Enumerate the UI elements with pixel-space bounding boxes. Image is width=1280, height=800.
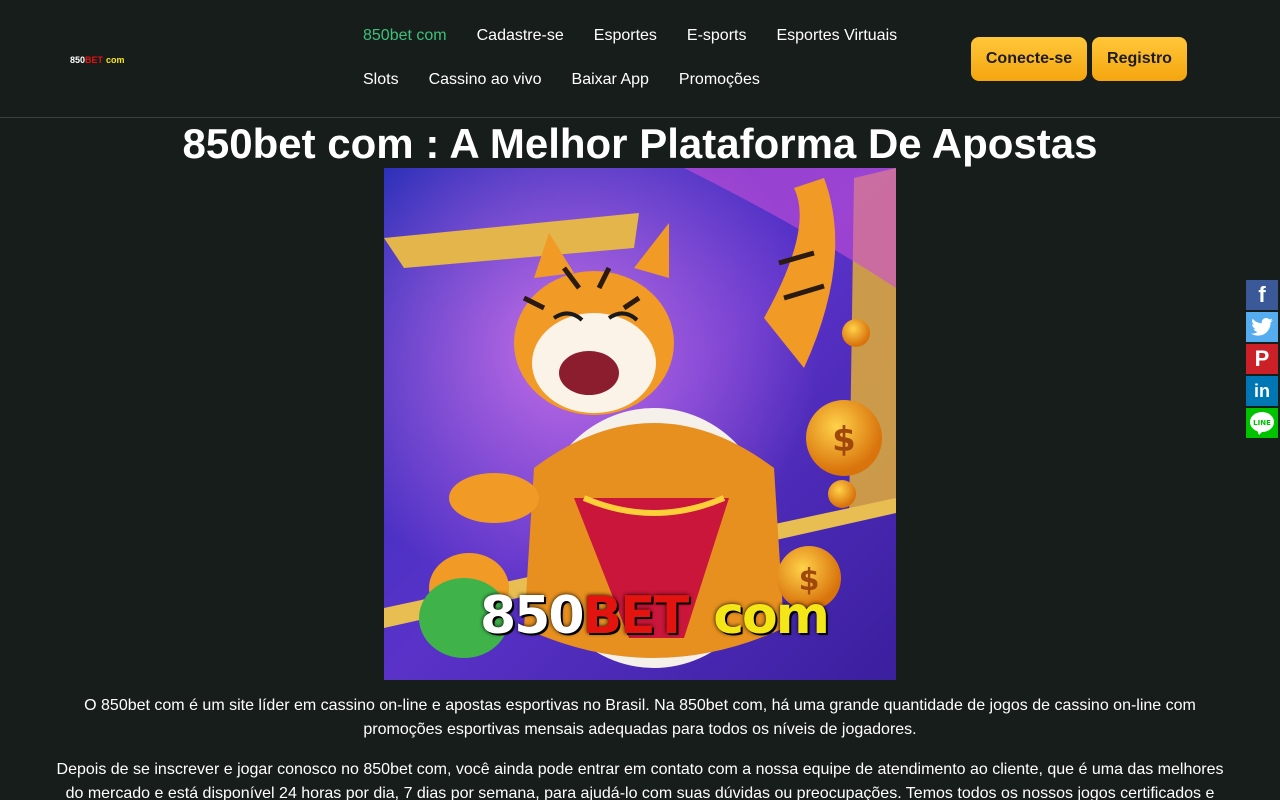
linkedin-share-button[interactable]: in bbox=[1246, 376, 1278, 406]
nav-item-baixar-app[interactable]: Baixar App bbox=[557, 58, 664, 102]
line-share-button[interactable]: LINE bbox=[1246, 408, 1278, 438]
nav-item-esportes[interactable]: Esportes bbox=[579, 14, 672, 58]
twitter-share-button[interactable] bbox=[1246, 312, 1278, 342]
facebook-share-button[interactable]: f bbox=[1246, 280, 1278, 310]
main-nav: 850bet com Cadastre-se Esportes E-sports… bbox=[348, 14, 938, 102]
register-button[interactable]: Registro bbox=[1092, 37, 1187, 81]
intro-paragraph: O 850bet com é um site líder em cassino … bbox=[84, 697, 1196, 738]
logo-text-com: com bbox=[106, 55, 125, 65]
hero-text-bet: BET bbox=[582, 586, 690, 646]
line-icon: LINE bbox=[1250, 412, 1274, 435]
social-share-bar: f P in LINE bbox=[1246, 280, 1278, 440]
site-logo[interactable]: 850BET com bbox=[70, 55, 125, 65]
svg-text:$: $ bbox=[832, 420, 856, 460]
linkedin-icon: in bbox=[1254, 380, 1270, 401]
nav-item-esportes-virtuais[interactable]: Esportes Virtuais bbox=[761, 14, 912, 58]
nav-item-slots[interactable]: Slots bbox=[348, 58, 414, 102]
hero-logo-text: 850BET com bbox=[480, 586, 830, 646]
hero-text-850: 850 bbox=[480, 586, 585, 646]
login-button[interactable]: Conecte-se bbox=[971, 37, 1087, 81]
svg-text:LINE: LINE bbox=[1253, 419, 1271, 427]
nav-item-promocoes[interactable]: Promoções bbox=[664, 58, 775, 102]
support-paragraph: Depois de se inscrever e jogar conosco n… bbox=[56, 761, 1224, 800]
page-title: 850bet com : A Melhor Plataforma De Apos… bbox=[182, 120, 1098, 167]
pinterest-icon: P bbox=[1254, 346, 1270, 371]
nav-item-850bet-com[interactable]: 850bet com bbox=[348, 14, 462, 58]
twitter-icon bbox=[1251, 318, 1273, 336]
nav-item-e-sports[interactable]: E-sports bbox=[672, 14, 762, 58]
nav-item-cadastre-se[interactable]: Cadastre-se bbox=[462, 14, 579, 58]
pinterest-share-button[interactable]: P bbox=[1246, 344, 1278, 374]
hero-text-com: com bbox=[713, 586, 830, 646]
logo-text-850: 850 bbox=[70, 55, 86, 65]
facebook-icon: f bbox=[1258, 282, 1266, 307]
site-header: 850BET com 850bet com Cadastre-se Esporte… bbox=[0, 0, 1280, 118]
logo-text-bet: BET bbox=[85, 55, 104, 65]
nav-item-cassino-ao-vivo[interactable]: Cassino ao vivo bbox=[414, 58, 557, 102]
hero-banner-image: $ $ 850BET com bbox=[384, 168, 896, 680]
